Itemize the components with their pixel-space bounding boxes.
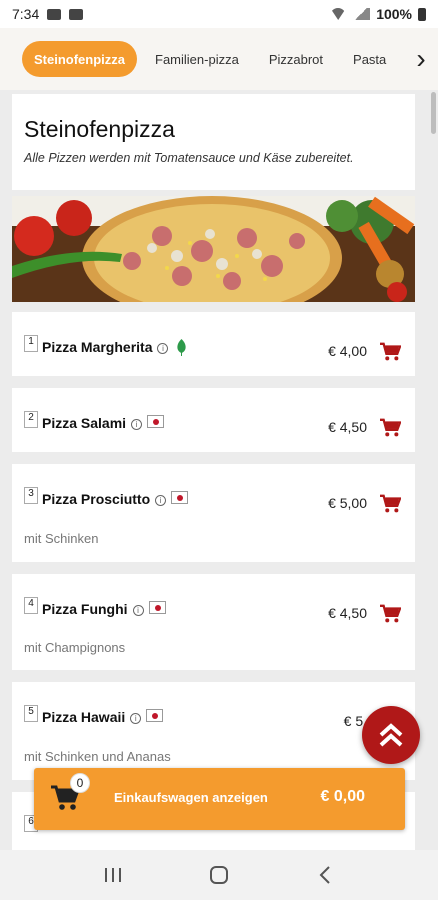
item-name: Pizza Hawaii [42, 709, 126, 725]
status-bar: 7:34 100% [0, 0, 438, 28]
battery-percent: 100% [376, 6, 412, 22]
cart-count-badge: 0 [70, 773, 90, 793]
item-description: mit Champignons [24, 640, 126, 655]
add-to-cart-icon[interactable] [379, 604, 401, 624]
item-price: € 5,00 [328, 495, 367, 511]
tab-steinofenpizza[interactable]: Steinofenpizza [22, 41, 138, 77]
allergen-flag-icon [147, 415, 165, 428]
veg-leaf-icon [177, 339, 187, 356]
add-to-cart-icon[interactable] [379, 494, 401, 514]
item-number: 4 [24, 597, 38, 614]
allergen-flag-icon [171, 491, 189, 504]
item-number: 5 [24, 705, 38, 722]
menu-item-funghi[interactable]: 4 Pizza Funghi i € 4,50 mit Champignons [12, 574, 415, 670]
battery-icon [418, 7, 426, 21]
item-description: mit Schinken [24, 531, 99, 546]
scrollbar[interactable] [431, 92, 436, 134]
info-icon[interactable]: i [131, 418, 143, 430]
info-icon[interactable]: i [132, 604, 144, 616]
cart-label: Einkaufswagen anzeigen [114, 790, 268, 805]
tab-pasta[interactable]: Pasta [341, 41, 398, 77]
item-number: 1 [24, 335, 38, 352]
view-cart-button[interactable]: 0 Einkaufswagen anzeigen € 0,00 [34, 768, 405, 830]
youtube-icon [69, 8, 84, 20]
allergen-flag-icon [146, 709, 164, 722]
gallery-icon [47, 8, 62, 20]
home-icon [210, 866, 228, 884]
info-icon[interactable]: i [157, 342, 169, 354]
tab-pizzabrot[interactable]: Pizzabrot [257, 41, 335, 77]
item-number: 2 [24, 411, 38, 428]
item-price: € 4,50 [328, 419, 367, 435]
status-time: 7:34 [12, 6, 40, 22]
chevron-right-icon[interactable]: › [410, 42, 432, 76]
info-icon[interactable]: i [130, 712, 142, 724]
item-name: Pizza Prosciutto [42, 491, 151, 507]
item-description: mit Schinken und Ananas [24, 749, 171, 764]
menu-item-salami[interactable]: 2 Pizza Salami i € 4,50 [12, 388, 415, 452]
category-banner-image [12, 196, 415, 302]
add-to-cart-icon[interactable] [379, 418, 401, 438]
double-chevron-up-icon [379, 723, 403, 747]
recent-apps-icon [105, 868, 121, 882]
item-price: € 4,50 [328, 605, 367, 621]
category-tabbar: Steinofenpizza Familien-pizza Pizzabrot … [0, 28, 438, 90]
item-name: Pizza Funghi [42, 601, 128, 617]
info-icon[interactable]: i [155, 494, 167, 506]
allergen-flag-icon [148, 601, 166, 614]
scroll-top-button[interactable] [362, 706, 420, 764]
category-description: Alle Pizzen werden mit Tomatensauce und … [24, 151, 354, 165]
back-button[interactable] [305, 860, 345, 890]
system-navbar [0, 850, 438, 900]
item-price: € 4,00 [328, 343, 367, 359]
recent-apps-button[interactable] [93, 860, 133, 890]
category-header: Steinofenpizza Alle Pizzen werden mit To… [12, 94, 415, 190]
wifi-icon [330, 8, 347, 20]
back-icon [319, 866, 330, 884]
item-name: Pizza Salami [42, 415, 127, 431]
menu-item-hawaii[interactable]: 5 Pizza Hawaii i € 5, mit Schinken und An… [12, 682, 415, 780]
menu-item-margherita[interactable]: 1 Pizza Margherita i € 4,00 [12, 312, 415, 376]
menu-item-prosciutto[interactable]: 3 Pizza Prosciutto i € 5,00 mit Schinken [12, 464, 415, 562]
item-number: 3 [24, 487, 38, 504]
add-to-cart-icon[interactable] [379, 342, 401, 362]
home-button[interactable] [199, 860, 239, 890]
cart-total: € 0,00 [320, 788, 365, 805]
category-title: Steinofenpizza [24, 116, 175, 142]
tab-familien-pizza[interactable]: Familien-pizza [143, 41, 251, 77]
item-name: Pizza Margherita [42, 339, 153, 355]
signal-icon [352, 8, 371, 20]
